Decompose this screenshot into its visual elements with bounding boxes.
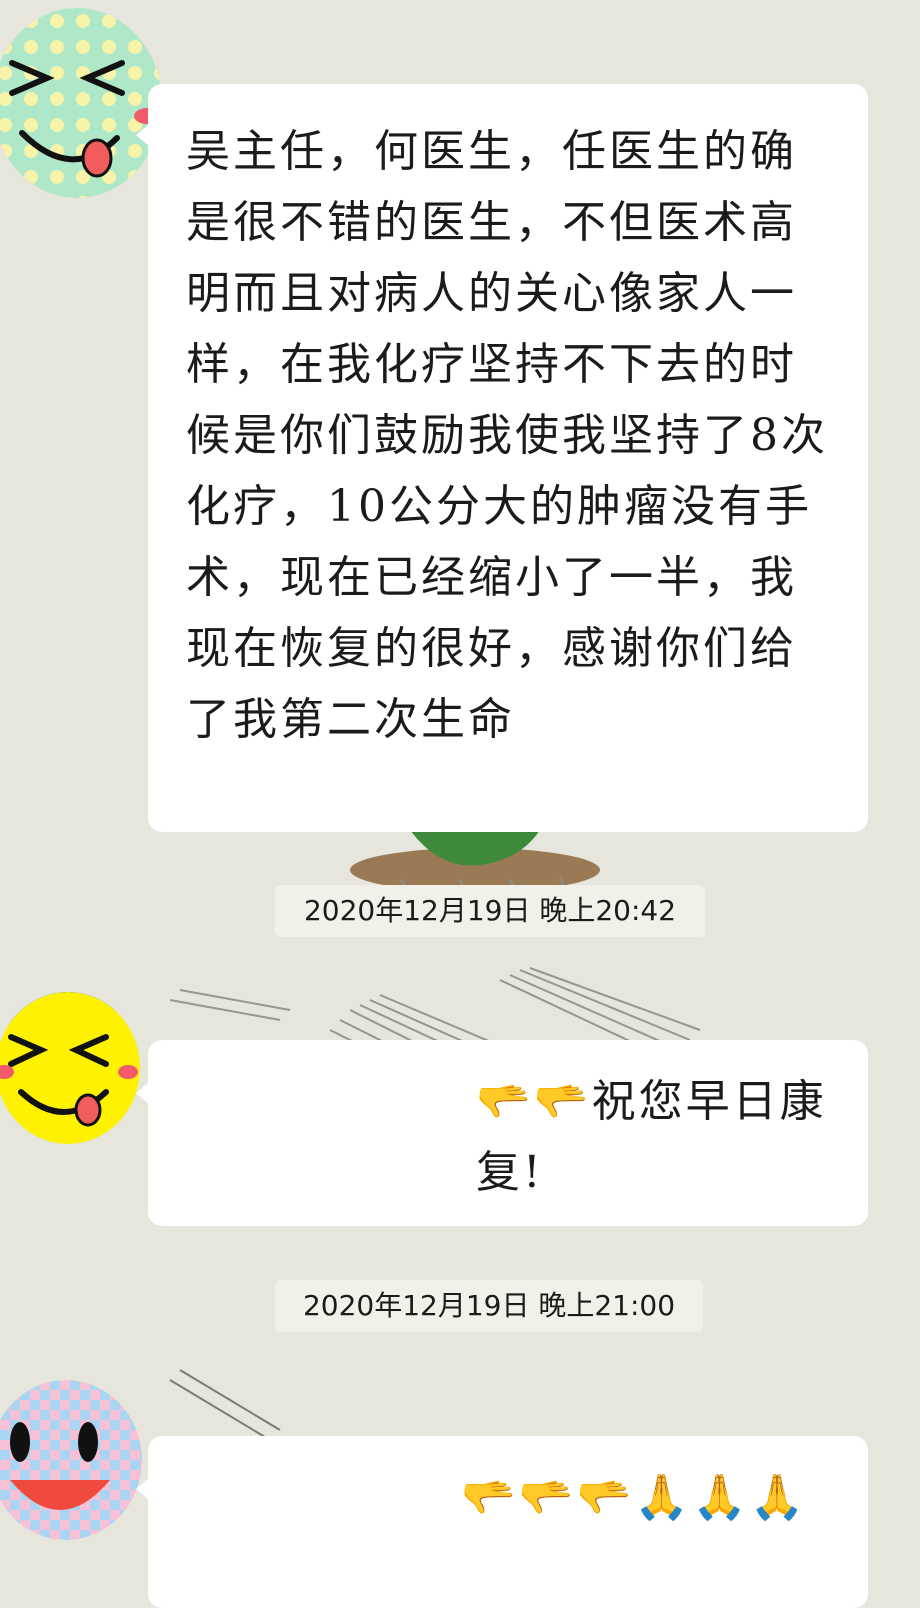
- message-line: 🫳🫳🫳🙏🙏🙏: [186, 1462, 832, 1533]
- palm-and-praying-hands-emoji-icon: 🫳🫳🫳🙏🙏🙏: [461, 1472, 808, 1523]
- message-bubble[interactable]: 吴主任，何医生，任医生的确是很不错的医生，不但医术高明而且对病人的关心像家人一样…: [136, 84, 868, 832]
- green-dotted-smiley-avatar[interactable]: [0, 8, 162, 198]
- timestamp: 2020年12月19日 晚上21:00: [275, 1280, 703, 1332]
- message-text: 吴主任，何医生，任医生的确是很不错的医生，不但医术高明而且对病人的关心像家人一样…: [186, 126, 828, 745]
- pink-checkered-smiley-avatar[interactable]: [0, 1380, 142, 1540]
- message-bubble[interactable]: 🫳🫳祝您早日康复!: [136, 1040, 868, 1226]
- yellow-smiley-avatar[interactable]: [0, 992, 140, 1144]
- timestamp: 2020年12月19日 晚上20:42: [275, 885, 705, 937]
- message-bubble[interactable]: 🫳🫳🫳🙏🙏🙏: [136, 1436, 868, 1608]
- message-line: 🫳🫳祝您早日康复!: [186, 1066, 832, 1208]
- palm-emoji-icon: 🫳🫳: [476, 1076, 592, 1127]
